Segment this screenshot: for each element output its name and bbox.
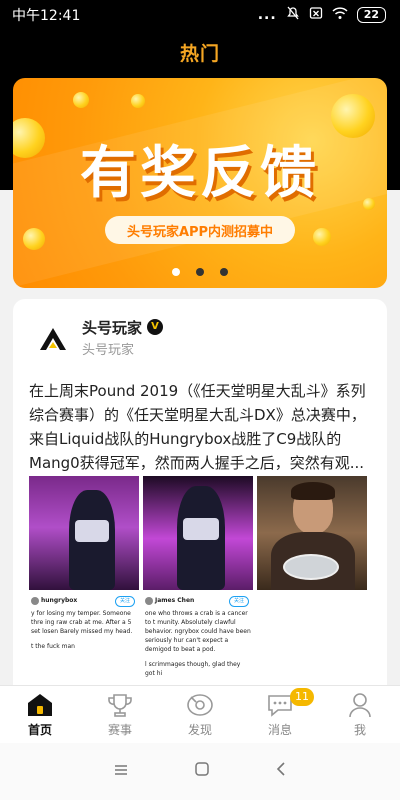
unread-badge: 11 (290, 688, 314, 706)
sim-icon (309, 6, 323, 24)
tweet-screenshot: hungrybox 关注 y for losing my temper. Som… (29, 596, 139, 651)
app-header: 热门 (0, 30, 400, 75)
tweet-avatar (145, 596, 153, 605)
trophy-icon (106, 692, 134, 718)
menu-icon[interactable] (113, 761, 129, 782)
tweet-handle: hungrybox (41, 597, 78, 604)
compass-icon (186, 692, 214, 718)
bottom-tab-bar: 首页 赛事 发现 11 消息 我 (0, 685, 400, 743)
wifi-icon (332, 6, 348, 24)
verified-icon: V (147, 319, 163, 335)
post-image[interactable]: hungrybox 关注 y for losing my temper. Som… (29, 476, 139, 696)
tweet-text: t the fuck man (31, 643, 75, 650)
player-jersey (75, 520, 109, 542)
post-image[interactable]: James Chen 关注 one who throws a crab is a… (143, 476, 253, 696)
status-icons: ... 22 (258, 6, 386, 24)
photo-stage (29, 476, 139, 590)
tweet-handle: James Chen (155, 597, 195, 604)
coin-decoration (313, 228, 331, 246)
tab-events[interactable]: 赛事 (80, 686, 160, 743)
tab-discover[interactable]: 发现 (160, 686, 240, 743)
banner-page-indicator (0, 268, 400, 276)
page-dot[interactable] (172, 268, 180, 276)
photo-stage (143, 476, 253, 590)
tab-label: 赛事 (107, 722, 132, 737)
back-icon[interactable] (275, 761, 287, 782)
banner-title: 有奖反馈 (80, 141, 320, 206)
banner-subtitle: 头号玩家APP内测招募中 (105, 216, 295, 244)
tweet-text: l scrimmages though, glad they got hi (145, 661, 241, 677)
tab-home[interactable]: 首页 (0, 686, 80, 743)
brand-logo-icon (40, 328, 66, 350)
tab-label: 首页 (27, 722, 52, 737)
tab-label: 消息 (267, 722, 292, 737)
system-nav-bar (0, 743, 400, 800)
tweet-screenshot: James Chen 关注 one who throws a crab is a… (143, 596, 253, 678)
tweet-text: y for losing my temper. Someone thre ing… (31, 610, 133, 635)
coin-decoration (73, 92, 89, 108)
avatar[interactable] (31, 317, 75, 361)
coin-decoration (131, 94, 145, 108)
home-icon (26, 692, 54, 718)
tweet-follow: 关注 (228, 596, 249, 607)
tweet-avatar (31, 596, 39, 605)
status-time: 中午12:41 (12, 8, 81, 24)
page-dot[interactable] (196, 268, 204, 276)
post-author[interactable]: 头号玩家 (82, 317, 142, 338)
person-hair (291, 482, 335, 500)
status-bar: 中午12:41 ... 22 (0, 0, 400, 30)
battery-icon: 22 (356, 7, 386, 23)
post-text[interactable]: 在上周末Pound 2019（《任天堂明星大乱斗》系列综合赛事）的《任天堂明星大… (29, 379, 371, 475)
tweet-text: one who throws a crab is a cancer to t m… (145, 610, 251, 653)
home-button-icon[interactable] (194, 761, 210, 782)
page-title: 热门 (179, 43, 220, 65)
tab-messages[interactable]: 11 消息 (240, 686, 320, 743)
mute-icon (286, 6, 300, 24)
promo-banner[interactable]: 有奖反馈 头号玩家APP内测招募中 (13, 78, 387, 288)
page-dot[interactable] (220, 268, 228, 276)
photo-stage (257, 476, 367, 590)
post-card[interactable]: 头号玩家 V 头号玩家 在上周末Pound 2019（《任天堂明星大乱斗》系列综… (13, 299, 387, 699)
tab-label: 我 (353, 722, 366, 737)
coin-decoration (23, 228, 45, 250)
crab-plate (283, 554, 339, 580)
post-image[interactable] (257, 476, 367, 696)
signal-dots-icon: ... (257, 7, 277, 23)
player-jersey (183, 518, 219, 540)
tab-profile[interactable]: 我 (320, 686, 400, 743)
post-images: hungrybox 关注 y for losing my temper. Som… (29, 476, 369, 696)
post-author-subtitle: 头号玩家 (82, 343, 135, 358)
profile-icon (346, 692, 374, 718)
tab-label: 发现 (187, 722, 212, 737)
tweet-follow: 关注 (114, 596, 135, 607)
